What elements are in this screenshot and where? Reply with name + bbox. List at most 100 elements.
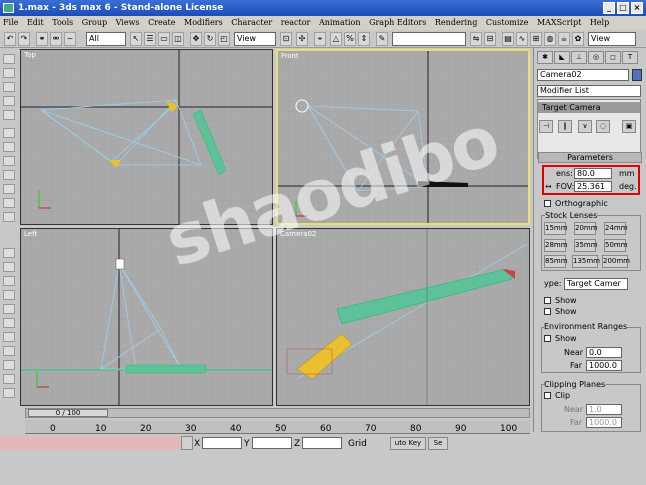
unlink-icon[interactable]: ⚮: [50, 32, 62, 46]
minimize-button[interactable]: _: [603, 2, 615, 14]
select-link-icon[interactable]: ⚭: [36, 32, 48, 46]
remove-modifier-icon[interactable]: ◌: [596, 120, 610, 133]
maximize-button[interactable]: □: [617, 2, 629, 14]
lens-35mm-button[interactable]: 35mm: [574, 239, 598, 252]
orthographic-checkbox[interactable]: [544, 200, 551, 207]
create-tab-icon[interactable]: [3, 54, 15, 64]
viewport-front[interactable]: Front: [276, 49, 530, 225]
motion-panel-icon[interactable]: ◎: [588, 51, 604, 64]
y-coordinate-field[interactable]: [252, 437, 292, 449]
cameras-icon[interactable]: [3, 170, 15, 180]
track-bar[interactable]: 0 10 20 30 40 50 60 70 80 90 100: [25, 420, 530, 434]
viewport-camera[interactable]: Camera02: [276, 228, 530, 406]
render-type-dropdown[interactable]: View: [588, 32, 636, 46]
menu-tools[interactable]: Tools: [49, 18, 76, 27]
lens-85mm-button[interactable]: 85mm: [544, 255, 568, 268]
rectangular-selection-icon[interactable]: ▭: [158, 32, 170, 46]
shapes-icon[interactable]: [3, 142, 15, 152]
object-name-field[interactable]: Camera02: [537, 69, 629, 81]
create-panel-icon[interactable]: ✱: [537, 51, 553, 64]
reactor-icon-11[interactable]: [3, 388, 15, 398]
display-tab-icon[interactable]: [3, 110, 15, 120]
mirror-icon[interactable]: ⇋: [470, 32, 482, 46]
env-far-field[interactable]: 1000.0: [586, 360, 622, 371]
maxscript-listener[interactable]: [0, 436, 180, 450]
clip-checkbox[interactable]: [544, 392, 551, 399]
undo-icon[interactable]: ↶: [4, 32, 16, 46]
show-end-result-icon[interactable]: ‖: [558, 120, 572, 133]
named-selection-dropdown[interactable]: [392, 32, 466, 46]
select-move-icon[interactable]: ✥: [190, 32, 202, 46]
systems-icon[interactable]: [3, 212, 15, 222]
reactor-icon-3[interactable]: [3, 276, 15, 286]
env-near-field[interactable]: 0.0: [586, 347, 622, 358]
hierarchy-panel-icon[interactable]: ⊥: [571, 51, 587, 64]
menu-character[interactable]: Character: [228, 18, 275, 27]
motion-tab-icon[interactable]: [3, 96, 15, 106]
set-key-button[interactable]: Se: [428, 437, 448, 450]
show-horizon-checkbox[interactable]: [544, 308, 551, 315]
fov-direction-icon[interactable]: ↔: [545, 182, 552, 192]
menu-create[interactable]: Create: [145, 18, 178, 27]
reactor-icon-1[interactable]: [3, 248, 15, 258]
modify-panel-icon[interactable]: ◣: [554, 51, 570, 64]
select-object-icon[interactable]: ↖: [130, 32, 142, 46]
show-cone-checkbox[interactable]: [544, 297, 551, 304]
angle-snap-icon[interactable]: △: [330, 32, 342, 46]
redo-icon[interactable]: ↷: [18, 32, 30, 46]
curve-editor-icon[interactable]: ∿: [516, 32, 528, 46]
lens-200mm-button[interactable]: 200mm: [602, 255, 630, 268]
geometry-icon[interactable]: [3, 128, 15, 138]
display-panel-icon[interactable]: ◻: [605, 51, 621, 64]
menu-help[interactable]: Help: [587, 18, 612, 27]
spinner-snap-icon[interactable]: ⇕: [358, 32, 370, 46]
configure-sets-icon[interactable]: ▣: [622, 120, 636, 133]
lens-50mm-button[interactable]: 50mm: [604, 239, 628, 252]
clip-near-field[interactable]: 1.0: [586, 404, 622, 415]
percent-snap-icon[interactable]: %: [344, 32, 356, 46]
auto-key-button[interactable]: uto Key: [390, 437, 426, 450]
env-show-checkbox[interactable]: [544, 335, 551, 342]
lens-20mm-button[interactable]: 20mm: [574, 222, 598, 235]
reactor-icon-5[interactable]: [3, 304, 15, 314]
parameters-rollout[interactable]: Parameters: [538, 152, 642, 163]
render-scene-icon[interactable]: ☕: [558, 32, 570, 46]
time-slider[interactable]: 0 / 100: [25, 408, 530, 418]
helpers-icon[interactable]: [3, 184, 15, 194]
object-color-swatch[interactable]: [632, 69, 642, 81]
reactor-icon-8[interactable]: [3, 346, 15, 356]
reactor-icon-6[interactable]: [3, 318, 15, 328]
reference-coordinate-dropdown[interactable]: View: [234, 32, 276, 46]
menu-file[interactable]: File: [0, 18, 21, 27]
select-by-name-icon[interactable]: ☰: [144, 32, 156, 46]
menu-modifiers[interactable]: Modifiers: [181, 18, 226, 27]
time-slider-thumb[interactable]: 0 / 100: [28, 409, 108, 417]
quick-render-icon[interactable]: ✿: [572, 32, 584, 46]
window-crossing-icon[interactable]: ◫: [172, 32, 184, 46]
make-unique-icon[interactable]: ∨: [578, 120, 592, 133]
z-coordinate-field[interactable]: [302, 437, 342, 449]
modifier-list-dropdown[interactable]: Modifier List: [537, 85, 641, 97]
fov-field[interactable]: 25.361: [574, 181, 612, 192]
lens-24mm-button[interactable]: 24mm: [604, 222, 628, 235]
menu-group[interactable]: Group: [79, 18, 110, 27]
menu-views[interactable]: Views: [113, 18, 143, 27]
align-icon[interactable]: ⊟: [484, 32, 496, 46]
lens-28mm-button[interactable]: 28mm: [544, 239, 568, 252]
menu-rendering[interactable]: Rendering: [432, 18, 480, 27]
x-coordinate-field[interactable]: [202, 437, 242, 449]
lens-field[interactable]: 80.0: [574, 168, 612, 179]
menu-animation[interactable]: Animation: [316, 18, 364, 27]
named-selection-icon[interactable]: ✎: [376, 32, 388, 46]
layer-manager-icon[interactable]: ▤: [502, 32, 514, 46]
viewport-left[interactable]: Left: [20, 228, 273, 406]
menu-reactor[interactable]: reactor: [278, 18, 314, 27]
clip-far-field[interactable]: 1000.0: [586, 417, 622, 428]
lens-135mm-button[interactable]: 135mm: [572, 255, 600, 268]
camera-type-dropdown[interactable]: Target Camer: [564, 278, 628, 290]
selection-filter-dropdown[interactable]: All: [86, 32, 126, 46]
reactor-icon-4[interactable]: [3, 290, 15, 300]
close-button[interactable]: ×: [631, 2, 643, 14]
menu-maxscript[interactable]: MAXScript: [534, 18, 584, 27]
select-scale-icon[interactable]: ◰: [218, 32, 230, 46]
